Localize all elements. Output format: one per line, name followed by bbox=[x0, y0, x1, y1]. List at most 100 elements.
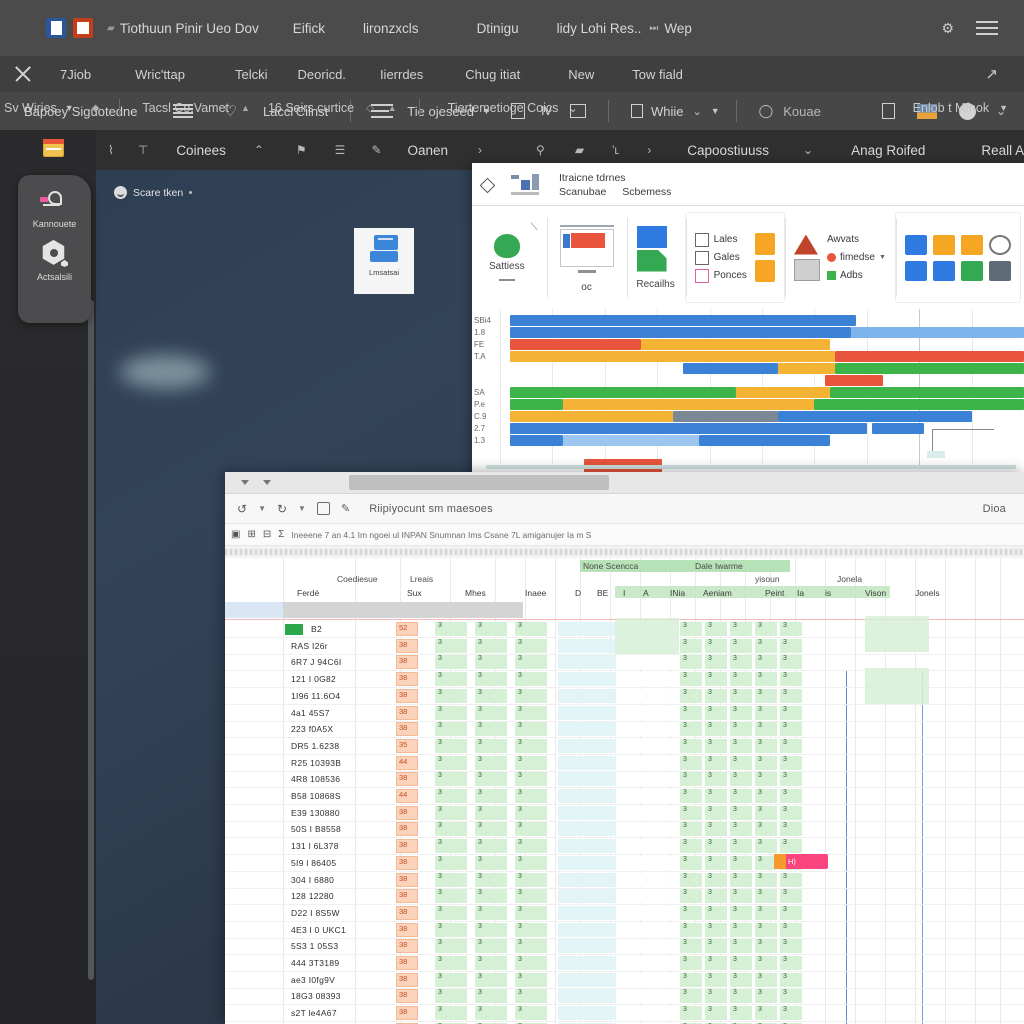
sheet-cell-cyan[interactable] bbox=[558, 855, 616, 870]
sheet-cell-green-right[interactable]: 3 bbox=[780, 872, 802, 887]
sheet-cell-blank[interactable] bbox=[619, 755, 674, 770]
sheet-cell-green-right[interactable]: 3 bbox=[705, 889, 727, 904]
sheet-cell-green[interactable]: 3 bbox=[515, 956, 547, 970]
sheet-cell-badge[interactable]: 44 bbox=[396, 755, 418, 770]
subtoolbar-chevron-3[interactable]: ⌄ bbox=[558, 102, 577, 115]
sheet-cell-green-right[interactable]: 3 bbox=[705, 738, 727, 753]
sheet-cell-cyan[interactable] bbox=[558, 622, 616, 636]
sheet-cell-green[interactable]: 3 bbox=[435, 1006, 467, 1021]
flag-icon[interactable]: ⚑ bbox=[278, 143, 307, 157]
sheet-cell-green-right[interactable]: 3 bbox=[730, 872, 752, 887]
sheet-cell-id[interactable]: 5I9 l 86405 bbox=[291, 858, 336, 868]
sheet-cell-green-right[interactable]: 3 bbox=[755, 772, 777, 787]
gantt-bar[interactable] bbox=[777, 363, 836, 374]
sheet-cell-cyan[interactable] bbox=[558, 839, 616, 854]
sheet-cell-green[interactable]: 3 bbox=[515, 722, 547, 737]
redo-caret-icon[interactable]: ▼ bbox=[298, 504, 306, 513]
gantt-bar[interactable] bbox=[735, 387, 831, 398]
ribbon-tile-0[interactable]: Lales bbox=[694, 232, 747, 247]
sheet-cell-green-right[interactable]: 3 bbox=[730, 972, 752, 987]
sheet-cell-green-right[interactable]: 3 bbox=[705, 705, 727, 720]
sheet-cell-green[interactable]: 3 bbox=[435, 688, 467, 703]
sheet-cell-badge[interactable]: 38 bbox=[396, 939, 418, 954]
sheet-cell-cyan[interactable] bbox=[558, 889, 616, 904]
chevron-down2-icon[interactable]: ⌄ bbox=[783, 143, 813, 157]
sheet-cell-cyan[interactable] bbox=[558, 738, 616, 753]
sheet-cell-green-right[interactable]: 3 bbox=[680, 889, 702, 904]
sheet-cell-green-right[interactable]: 3 bbox=[705, 688, 727, 703]
sheet-cell-green-right[interactable]: 3 bbox=[680, 1006, 702, 1021]
sheet-cell-green-right[interactable]: 3 bbox=[755, 722, 777, 737]
sheet-cell-id[interactable]: 304 I 6880 bbox=[291, 875, 334, 885]
sheet-cell-id[interactable]: 131 l 6L378 bbox=[291, 841, 339, 851]
sheet-cell-green[interactable]: 3 bbox=[475, 738, 507, 753]
sheet-cell-green-right[interactable]: 3 bbox=[705, 905, 727, 920]
sheet-cell-green-right[interactable]: 3 bbox=[680, 722, 702, 737]
gantt-bar[interactable] bbox=[510, 315, 857, 326]
sheet-cell-badge[interactable]: 38 bbox=[396, 672, 418, 687]
sheet-cell-green[interactable]: 3 bbox=[435, 772, 467, 787]
sheet-cell-green[interactable]: 3 bbox=[435, 738, 467, 753]
dark-toolbar-item-2[interactable]: Capoostiuuss bbox=[665, 143, 769, 158]
gantt-bar[interactable] bbox=[510, 423, 867, 434]
sheet-cell-id[interactable]: 128 12280 bbox=[291, 891, 334, 901]
sheet-cell-cyan[interactable] bbox=[558, 789, 616, 803]
sheet-cell-green[interactable]: 3 bbox=[435, 989, 467, 1004]
sheet-cell-green-right[interactable]: 3 bbox=[680, 905, 702, 920]
sheet-cell-blank[interactable] bbox=[619, 956, 674, 970]
sheet-cell-id[interactable]: ae3 I0fg9V bbox=[291, 975, 335, 985]
sheet-cell-green[interactable]: 3 bbox=[515, 789, 547, 803]
sheet-cell-cyan[interactable] bbox=[558, 722, 616, 737]
desktop-scrollbar[interactable] bbox=[88, 300, 94, 980]
brush-icon[interactable]: ✎ bbox=[341, 502, 350, 515]
subtoolbar-right-label[interactable]: Enlob t Mfnok bbox=[913, 101, 989, 115]
sheet-cell-green[interactable]: 3 bbox=[515, 655, 547, 670]
sheet-cell-green-right[interactable]: 3 bbox=[780, 622, 802, 636]
subtoolbar-item-3[interactable]: Tiertemetioge Coics bbox=[420, 101, 559, 115]
sheet-cell-green[interactable]: 3 bbox=[475, 705, 507, 720]
sheet-cell-id[interactable]: 4a1 45S7 bbox=[291, 708, 330, 718]
gantt-bar[interactable] bbox=[699, 435, 831, 446]
sheet-cell-green[interactable]: 3 bbox=[475, 622, 507, 636]
sheet-cell-green[interactable]: 3 bbox=[475, 889, 507, 904]
sheet-cell-green[interactable]: 3 bbox=[475, 1006, 507, 1021]
sheet-cell-green-right[interactable]: 3 bbox=[730, 638, 752, 653]
sheet-cell-green[interactable]: 3 bbox=[435, 722, 467, 737]
sheet-cell-green-right[interactable]: 3 bbox=[755, 972, 777, 987]
amber-tile-icon-1[interactable] bbox=[754, 233, 775, 255]
sheet-cell-badge[interactable]: 38 bbox=[396, 822, 418, 837]
gantt-chart[interactable]: SBi4 1.8 FE T.A SA P.e C.9 2.7 1.3 bbox=[472, 309, 1024, 479]
sheet-cell-blank[interactable] bbox=[619, 805, 674, 820]
sheet-cell-green-right[interactable]: 3 bbox=[730, 672, 752, 687]
puzzle-icon[interactable] bbox=[904, 234, 927, 255]
sheet-cell-green[interactable]: 3 bbox=[515, 855, 547, 870]
sort-icon[interactable]: ▲ bbox=[229, 103, 250, 113]
gantt-bar[interactable] bbox=[562, 435, 700, 446]
sheet-cell-green-right[interactable]: 3 bbox=[680, 705, 702, 720]
frame-icon-1[interactable] bbox=[932, 234, 955, 255]
sheet-cell-id[interactable]: 223 f0A5X bbox=[291, 724, 333, 734]
sheet-cell-green-right[interactable]: 3 bbox=[730, 705, 752, 720]
gantt-bar[interactable] bbox=[683, 363, 778, 374]
sheet-cell-green-right[interactable]: 3 bbox=[755, 638, 777, 653]
sheet-cell-green[interactable]: 3 bbox=[435, 872, 467, 887]
sheet-cell-green-right[interactable]: 3 bbox=[755, 655, 777, 670]
dark-toolbar-item-4[interactable]: Reall Apt bbox=[967, 143, 1024, 158]
sheet-cell-green-right[interactable]: 3 bbox=[705, 972, 727, 987]
sheet-cell-id[interactable]: B2 bbox=[311, 624, 322, 634]
sheet-cell-green[interactable]: 3 bbox=[515, 622, 547, 636]
chevron-up-icon[interactable]: ⌃ bbox=[240, 143, 264, 157]
sheet-cell-green-right[interactable]: 3 bbox=[680, 622, 702, 636]
sheet-cell-badge[interactable]: 38 bbox=[396, 1006, 418, 1021]
sheet-cell-green[interactable]: 3 bbox=[515, 755, 547, 770]
sheet-cell-green-right[interactable]: 3 bbox=[780, 655, 802, 670]
menu-item-5[interactable]: Chug itiat bbox=[423, 67, 520, 82]
ribbon-group-assets[interactable]: Awvats fimedse ▼ Adbs bbox=[784, 212, 895, 303]
sheet-cell-green-right[interactable]: 3 bbox=[680, 972, 702, 987]
sheet-cell-green[interactable]: 3 bbox=[435, 889, 467, 904]
sheet-cell-green[interactable]: 3 bbox=[515, 772, 547, 787]
sheet-cell-green[interactable]: 3 bbox=[435, 905, 467, 920]
sheet-cell-green-right[interactable]: 3 bbox=[705, 622, 727, 636]
sheet-cell-green-right[interactable]: 3 bbox=[755, 755, 777, 770]
sheet-cell-green[interactable]: 3 bbox=[435, 939, 467, 954]
